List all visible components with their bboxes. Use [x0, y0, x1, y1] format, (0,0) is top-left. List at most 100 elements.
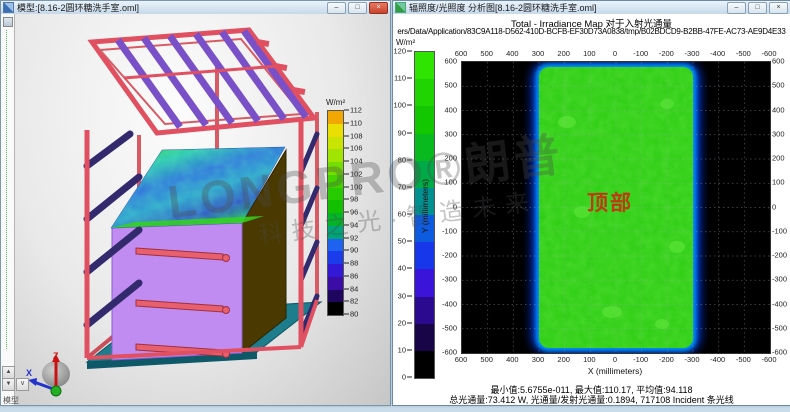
tick-label: 400	[444, 105, 457, 114]
tick-label: -300	[442, 275, 457, 284]
tree-panel-divider	[6, 30, 7, 349]
map-window-titlebar[interactable]: 辐照度/光照度 分析图[8.16-2圆环糖洗手室.oml] – □ ×	[393, 1, 790, 15]
heatmap-annotation: 顶部	[587, 191, 633, 215]
tick-label: 200	[772, 154, 785, 163]
orientation-triad: Z X	[25, 350, 83, 402]
stats-line-flux: 总光通量:73.412 W, 光通量/发射光通量:0.1894, 717108 …	[393, 393, 790, 405]
3d-model-scene[interactable]	[14, 14, 364, 404]
tick-label: 0	[402, 373, 412, 382]
tick-label: -500	[736, 355, 751, 364]
colorbar-segment	[328, 277, 343, 290]
model-tab-label[interactable]: 模型	[3, 395, 19, 405]
tick-label: 300	[772, 129, 785, 138]
tick-label: 300	[532, 49, 545, 58]
y-axis-ticks-right: 6005004003002001000-100-200-300-400-500-…	[771, 61, 790, 352]
y-axis-title: Y (millimeters)	[420, 179, 430, 233]
tick-label: 120	[393, 47, 412, 56]
tick-label: 84	[344, 284, 358, 293]
tick-label: 86	[344, 271, 358, 280]
tick-label: -100	[772, 226, 787, 235]
tick-label: 600	[444, 57, 457, 66]
x-axis-title: X (millimeters)	[461, 366, 769, 376]
minimize-button[interactable]: –	[327, 2, 346, 14]
tick-label: 92	[344, 233, 358, 242]
colorbar-segment	[328, 213, 343, 226]
tick-label: 82	[344, 297, 358, 306]
tick-label: 80	[344, 310, 358, 319]
tick-label: 200	[444, 154, 457, 163]
tick-label: 90	[344, 246, 358, 255]
tick-label: -400	[710, 355, 725, 364]
tick-label: -200	[659, 49, 674, 58]
tick-label: 100	[444, 178, 457, 187]
tree-panel-icon[interactable]	[3, 17, 13, 27]
colorbar-segment	[328, 137, 343, 150]
map-colorbar-labels: 1201101009080706050403020100	[393, 51, 412, 377]
tick-label: 300	[444, 129, 457, 138]
tick-label: 98	[344, 195, 358, 204]
tick-label: 20	[398, 318, 412, 327]
tick-label: -100	[633, 49, 648, 58]
scroll-down-arrow[interactable]: ▼	[2, 378, 15, 391]
tick-label: 600	[455, 355, 468, 364]
tick-label: 100	[393, 101, 412, 110]
tick-label: -100	[442, 226, 457, 235]
tick-label: 500	[772, 81, 785, 90]
colorbar-segment	[328, 226, 343, 239]
model-window-title: 模型:[8.16-2圆环糖洗手室.oml]	[17, 1, 324, 14]
tick-label: 108	[344, 131, 363, 140]
tick-label: 500	[480, 355, 493, 364]
colorbar-segment	[328, 239, 343, 252]
tick-label: -400	[442, 299, 457, 308]
close-button[interactable]: ×	[369, 2, 388, 14]
minimize-button[interactable]: –	[727, 2, 746, 14]
tick-label: 30	[398, 291, 412, 300]
tick-label: 102	[344, 169, 363, 178]
tick-label: -300	[684, 49, 699, 58]
triad-x-label: X	[26, 368, 32, 378]
model-viewport[interactable]: ▲ ▼ ∨ 模型	[1, 14, 390, 405]
x-axis-ticks-top: 6005004003002001000-100-200-300-400-500-…	[461, 49, 769, 58]
collapsed-tree-panel[interactable]: ▲ ▼	[1, 14, 15, 405]
colorbar-segment	[415, 134, 434, 161]
colorbar-segment	[415, 106, 434, 133]
restore-button[interactable]: □	[748, 2, 767, 14]
tick-label: 104	[344, 157, 363, 166]
tick-label: 100	[772, 178, 785, 187]
tick-label: -400	[710, 49, 725, 58]
colorbar-segment	[328, 162, 343, 175]
tick-label: 88	[344, 259, 358, 268]
model-window-icon	[3, 2, 14, 13]
tick-label: -300	[772, 275, 787, 284]
tick-label: -200	[659, 355, 674, 364]
colorbar-segment	[415, 324, 434, 351]
map-window-title: 辐照度/光照度 分析图[8.16-2圆环糖洗手室.oml]	[409, 1, 724, 14]
tick-label: 400	[506, 355, 519, 364]
tick-label: 200	[557, 49, 570, 58]
tick-label: 500	[480, 49, 493, 58]
tick-label: -300	[684, 355, 699, 364]
model-window-titlebar[interactable]: 模型:[8.16-2圆环糖洗手室.oml] – □ ×	[1, 1, 390, 15]
tick-label: 110	[344, 118, 362, 127]
legend-tick-labels: 1121101081061041021009896949290888684828…	[344, 110, 378, 314]
y-axis-ticks-left: 6005004003002001000-100-200-300-400-500-…	[433, 61, 459, 352]
maximize-button[interactable]: □	[348, 2, 367, 14]
chevron-down-icon[interactable]: ∨	[16, 378, 29, 391]
close-button[interactable]: ×	[769, 2, 788, 14]
irradiance-map-window: 辐照度/光照度 分析图[8.16-2圆环糖洗手室.oml] – □ × Tota…	[392, 0, 790, 406]
colorbar-segment	[328, 264, 343, 277]
triad-z-label: Z	[53, 351, 59, 361]
tick-label: -500	[736, 49, 751, 58]
tick-label: 110	[394, 74, 412, 83]
colorbar-segment	[328, 175, 343, 188]
map-file-path: ers/Data/Application/83C9A118-D562-410D-…	[393, 27, 790, 36]
tick-label: 400	[772, 105, 785, 114]
tick-label: 50	[398, 237, 412, 246]
colorbar-segment	[415, 351, 434, 378]
colorbar-segment	[415, 242, 434, 269]
legend-colorbar	[327, 110, 344, 316]
tick-label: 400	[506, 49, 519, 58]
tick-label: 0	[453, 202, 457, 211]
colorbar-segment	[328, 188, 343, 201]
irradiance-heatmap[interactable]: 顶部	[461, 61, 771, 354]
